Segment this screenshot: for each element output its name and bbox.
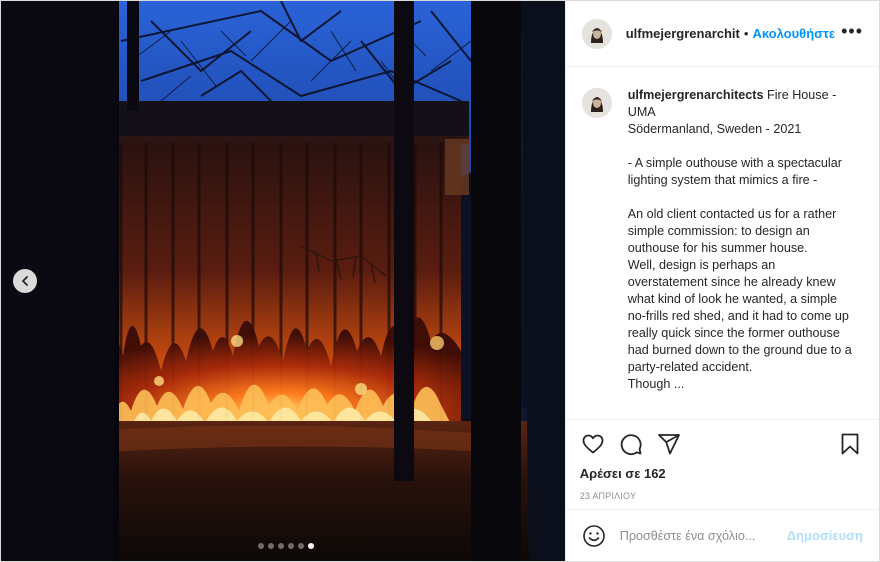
follow-button[interactable]: Ακολουθήστε: [752, 26, 835, 41]
post-media[interactable]: [1, 1, 565, 561]
caption-line: - A simple outhouse with a spectacular l…: [627, 156, 842, 187]
caption-line: Well, design is perhaps an overstatement…: [627, 258, 852, 374]
caption-username[interactable]: ulfmejergrenarchitects: [628, 88, 764, 102]
avatar[interactable]: [581, 18, 612, 49]
heart-icon[interactable]: [580, 431, 606, 457]
post-details-panel: ulfmejergrenarchit • Ακολουθήστε ••• ulf…: [564, 1, 879, 561]
caption-line: Though ...: [627, 377, 685, 391]
avatar-image: [581, 18, 612, 49]
carousel-dot: [258, 543, 264, 549]
avatar[interactable]: [581, 88, 612, 118]
caption-line: An old client contacted us for a rather …: [627, 207, 837, 255]
post-date[interactable]: 23 ΑΠΡΙΛΙΟΥ: [580, 491, 863, 501]
avatar-image: [581, 88, 612, 118]
post-comment-button[interactable]: Δημοσίευση: [787, 528, 863, 543]
carousel-dot: [298, 543, 304, 549]
more-horizontal-icon[interactable]: •••: [841, 22, 863, 42]
comment-input[interactable]: [619, 528, 780, 543]
post-modal: ulfmejergrenarchit • Ακολουθήστε ••• ulf…: [0, 0, 880, 562]
post-photo: [1, 1, 565, 561]
carousel-dot: [278, 543, 284, 549]
comment-box: Δημοσίευση: [565, 509, 879, 561]
carousel-indicator: [258, 543, 314, 549]
chevron-left-icon: [22, 276, 28, 286]
post-actions: Αρέσει σε 162 23 ΑΠΡΙΛΙΟΥ: [565, 419, 879, 509]
post-author-username[interactable]: ulfmejergrenarchit: [626, 26, 740, 41]
likes-count[interactable]: Αρέσει σε 162: [580, 466, 863, 481]
carousel-dot: [288, 543, 294, 549]
caption-line: Södermanland, Sweden - 2021: [627, 122, 802, 136]
caption-title: ulfmejergrenarchitects Fire House - UMA: [628, 87, 855, 121]
caption-scroll-area[interactable]: ulfmejergrenarchitects Fire House - UMA …: [566, 67, 879, 419]
carousel-prev-button[interactable]: [13, 269, 37, 293]
emoji-icon[interactable]: [582, 524, 606, 548]
carousel-dot-active: [308, 543, 314, 549]
header-separator: •: [743, 26, 749, 41]
post-header: ulfmejergrenarchit • Ακολουθήστε •••: [565, 1, 879, 67]
bookmark-icon[interactable]: [837, 431, 863, 457]
share-icon[interactable]: [656, 431, 682, 457]
carousel-dot: [268, 543, 274, 549]
comment-icon[interactable]: [618, 431, 644, 457]
action-icons-row: [580, 430, 863, 458]
post-caption: ulfmejergrenarchitects Fire House - UMA …: [628, 87, 855, 393]
